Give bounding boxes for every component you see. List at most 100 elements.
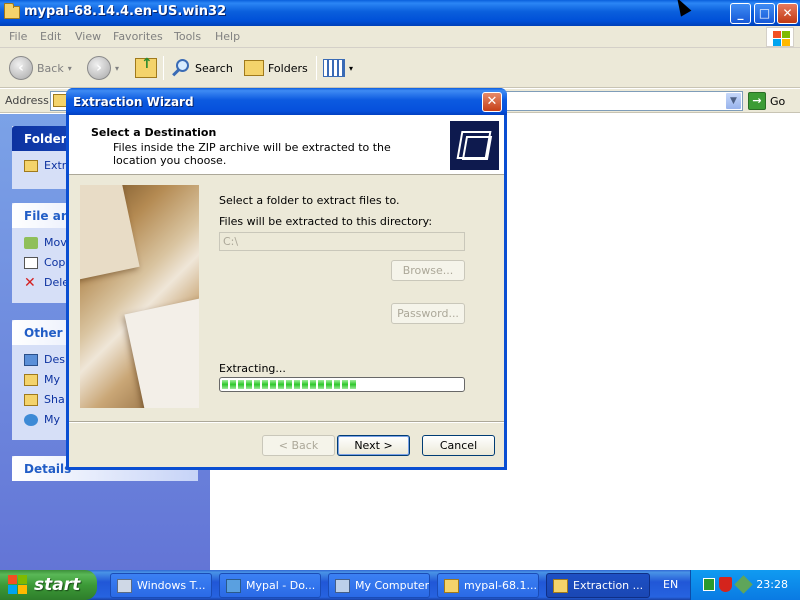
network-tray-icon[interactable]	[734, 575, 753, 594]
taskbar-item-extraction[interactable]: Extraction ...	[546, 573, 650, 598]
search-icon	[171, 58, 191, 78]
copy-task-link[interactable]: Cop	[24, 256, 65, 269]
security-shield-icon[interactable]	[719, 577, 732, 592]
dialog-close-button[interactable]: ✕	[482, 92, 502, 112]
chevron-down-icon: ▾	[67, 63, 72, 73]
window-close-button[interactable]: ✕	[777, 3, 798, 24]
menu-help[interactable]: Help	[215, 30, 240, 43]
menu-view[interactable]: View	[75, 30, 101, 43]
progress-block	[294, 380, 300, 389]
progress-block	[278, 380, 284, 389]
menu-tools[interactable]: Tools	[174, 30, 201, 43]
menu-favorites[interactable]: Favorites	[113, 30, 163, 43]
taskbar-item-label: Windows T...	[137, 579, 206, 592]
minimize-button[interactable]: _	[730, 3, 751, 24]
start-button[interactable]: start	[0, 570, 97, 600]
taskbar-item-label: Mypal - Do...	[246, 579, 316, 592]
taskbar-item-label: Extraction ...	[573, 579, 644, 592]
dialog-titlebar[interactable]: Extraction Wizard ✕	[66, 88, 507, 115]
toolbar-separator	[316, 56, 317, 80]
taskbar-item-label: mypal-68.1...	[464, 579, 537, 592]
browse-button[interactable]: Browse...	[391, 260, 465, 281]
taskbar-item-mypal[interactable]: Mypal - Do...	[219, 573, 321, 598]
move-icon	[24, 236, 38, 249]
progress-block	[246, 380, 252, 389]
extract-task-link[interactable]: Extr	[24, 159, 66, 172]
taskbar: start Windows T... Mypal - Do... My Comp…	[0, 570, 800, 600]
menu-file[interactable]: File	[9, 30, 27, 43]
folder-icon	[553, 578, 568, 593]
window-title: mypal-68.14.4.en-US.win32	[24, 4, 227, 19]
go-label: Go	[770, 94, 786, 108]
progress-block	[350, 380, 356, 389]
browser-icon	[226, 578, 241, 593]
taskbar-item-my-computer[interactable]: My Computer	[328, 573, 430, 598]
language-indicator[interactable]: EN	[663, 578, 678, 591]
progress-block	[326, 380, 332, 389]
folders-button[interactable]: Folders	[244, 54, 308, 82]
dialog-body: Select a Destination Files inside the ZI…	[69, 115, 504, 467]
folder-icon	[444, 578, 459, 593]
go-button[interactable]: → Go	[748, 92, 785, 110]
toolbar: ‹ Back ▾ › ▾ ↑ Search Folders ▾	[0, 48, 800, 88]
extraction-progress-bar	[219, 377, 465, 392]
views-icon	[323, 59, 345, 77]
menu-edit[interactable]: Edit	[40, 30, 61, 43]
dialog-separator	[69, 421, 504, 423]
instruction-text: Select a folder to extract files to.	[219, 194, 400, 207]
progress-block	[342, 380, 348, 389]
folder-icon	[24, 393, 38, 406]
chevron-down-icon: ▾	[115, 63, 120, 73]
move-task-label: Mov	[44, 236, 67, 249]
my-documents-place-link[interactable]: My	[24, 373, 60, 386]
up-folder-button[interactable]: ↑	[135, 54, 157, 82]
clock: 23:28	[756, 578, 788, 591]
progress-block	[254, 380, 260, 389]
wizard-header: Select a Destination Files inside the ZI…	[69, 115, 504, 175]
taskbar-item-mypal-folder[interactable]: mypal-68.1...	[437, 573, 539, 598]
shared-place-label: Sha	[44, 393, 65, 406]
taskbar-item-windows-task[interactable]: Windows T...	[110, 573, 212, 598]
progress-block	[286, 380, 292, 389]
up-folder-icon: ↑	[135, 56, 157, 78]
forward-button[interactable]: › ▾	[87, 54, 119, 82]
next-button[interactable]: Next >	[337, 435, 410, 456]
cancel-button[interactable]: Cancel	[422, 435, 495, 456]
progress-label: Extracting...	[219, 362, 286, 375]
taskbar-item-label: My Computer	[355, 579, 430, 592]
wizard-side-image	[80, 185, 199, 408]
move-task-link[interactable]: Mov	[24, 236, 67, 249]
tray-app-icon[interactable]	[703, 578, 715, 591]
go-arrow-icon: →	[748, 92, 766, 110]
window-icon	[117, 578, 132, 593]
windows-logo-icon	[766, 27, 794, 47]
network-icon	[24, 413, 38, 426]
my-network-place-link[interactable]: My	[24, 413, 60, 426]
progress-block	[262, 380, 268, 389]
maximize-button[interactable]: □	[754, 3, 775, 24]
directory-input[interactable]: C:\	[219, 232, 465, 251]
start-label: start	[34, 575, 81, 595]
wizard-step-title: Select a Destination	[91, 126, 217, 139]
views-button[interactable]: ▾	[323, 54, 353, 82]
computer-icon	[335, 578, 350, 593]
address-dropdown-button[interactable]: ▼	[725, 92, 742, 110]
forward-arrow-icon: ›	[87, 56, 111, 80]
my-network-place-label: My	[44, 413, 61, 426]
progress-block	[334, 380, 340, 389]
delete-task-link[interactable]: ✕ Dele	[24, 276, 69, 290]
folder-icon	[4, 3, 20, 19]
desktop-place-link[interactable]: Des	[24, 353, 65, 366]
system-tray: 23:28	[690, 570, 800, 600]
chevron-down-icon: ▾	[349, 63, 354, 73]
password-button[interactable]: Password...	[391, 303, 465, 324]
back-button[interactable]: ‹ Back ▾	[9, 54, 72, 82]
menu-bar: File Edit View Favorites Tools Help	[0, 26, 800, 48]
copy-task-label: Cop	[44, 256, 66, 269]
back-button[interactable]: < Back	[262, 435, 335, 456]
dialog-title: Extraction Wizard	[73, 95, 194, 109]
progress-block	[238, 380, 244, 389]
shared-place-link[interactable]: Sha	[24, 393, 65, 406]
search-button[interactable]: Search	[171, 54, 233, 82]
folder-icon	[24, 373, 38, 386]
